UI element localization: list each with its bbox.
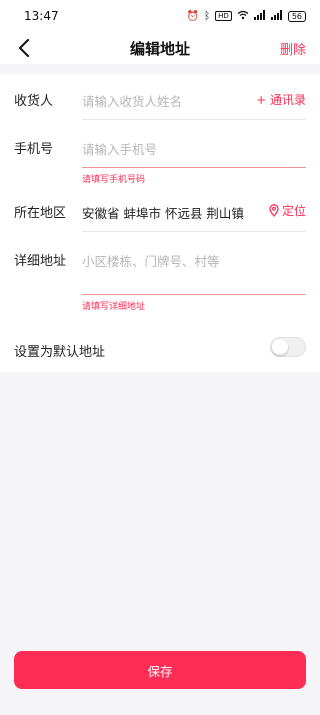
delete-button[interactable]: 删除	[280, 39, 306, 58]
wifi-icon	[237, 10, 249, 23]
address-input[interactable]: 小区楼栋、门牌号、村等	[82, 251, 220, 270]
status-bar: 13:47 ⏰ ᛒ HD 56	[0, 0, 320, 32]
region-row: 所在地区 安徽省 蚌埠市 怀远县 荆山镇 定位	[0, 186, 320, 232]
address-row: 详细地址 小区楼栋、门牌号、村等 请填写详细地址	[0, 232, 320, 314]
back-button[interactable]	[12, 36, 36, 60]
status-icons: ⏰ ᛒ HD 56	[186, 9, 306, 23]
location-pin-icon	[269, 204, 279, 217]
locate-label: 定位	[281, 204, 306, 218]
contacts-button[interactable]: + 通讯录	[256, 91, 306, 108]
address-form: 收货人 请输入收货人姓名 + 通讯录 手机号 请输入手机号 请填写手机号码 所在…	[0, 74, 320, 372]
phone-input[interactable]: 请输入手机号	[82, 139, 157, 158]
bottom-safe-area	[0, 695, 320, 715]
region-label: 所在地区	[14, 206, 67, 221]
address-label: 详细地址	[14, 254, 67, 269]
address-underline	[82, 294, 306, 295]
default-row: 设置为默认地址	[0, 314, 320, 372]
default-toggle[interactable]	[270, 337, 306, 357]
page-title: 编辑地址	[129, 39, 190, 58]
recipient-input[interactable]: 请输入收货人姓名	[82, 91, 182, 110]
signal-icon	[253, 9, 266, 23]
bluetooth-icon: ᛒ	[204, 10, 211, 22]
phone-error: 请填写手机号码	[82, 175, 146, 185]
chevron-left-icon	[19, 39, 29, 57]
phone-underline	[82, 167, 306, 168]
hd-icon: HD	[215, 11, 232, 21]
locate-button[interactable]: 定位	[269, 202, 306, 219]
status-time: 13:47	[24, 9, 59, 23]
save-button[interactable]: 保存	[14, 651, 306, 689]
default-label: 设置为默认地址	[14, 345, 106, 360]
section-gap	[0, 64, 320, 74]
battery-icon: 56	[287, 10, 306, 22]
phone-label: 手机号	[14, 142, 54, 157]
signal-icon-2	[270, 9, 283, 23]
nav-bar: 编辑地址 删除	[0, 32, 320, 64]
alarm-icon: ⏰	[186, 10, 200, 22]
address-error: 请填写详细地址	[82, 302, 146, 312]
toggle-knob	[272, 339, 288, 355]
recipient-label: 收货人	[14, 94, 54, 109]
phone-row: 手机号 请输入手机号 请填写手机号码	[0, 120, 320, 186]
region-value[interactable]: 安徽省 蚌埠市 怀远县 荆山镇	[82, 203, 244, 222]
recipient-row: 收货人 请输入收货人姓名 + 通讯录	[0, 74, 320, 120]
